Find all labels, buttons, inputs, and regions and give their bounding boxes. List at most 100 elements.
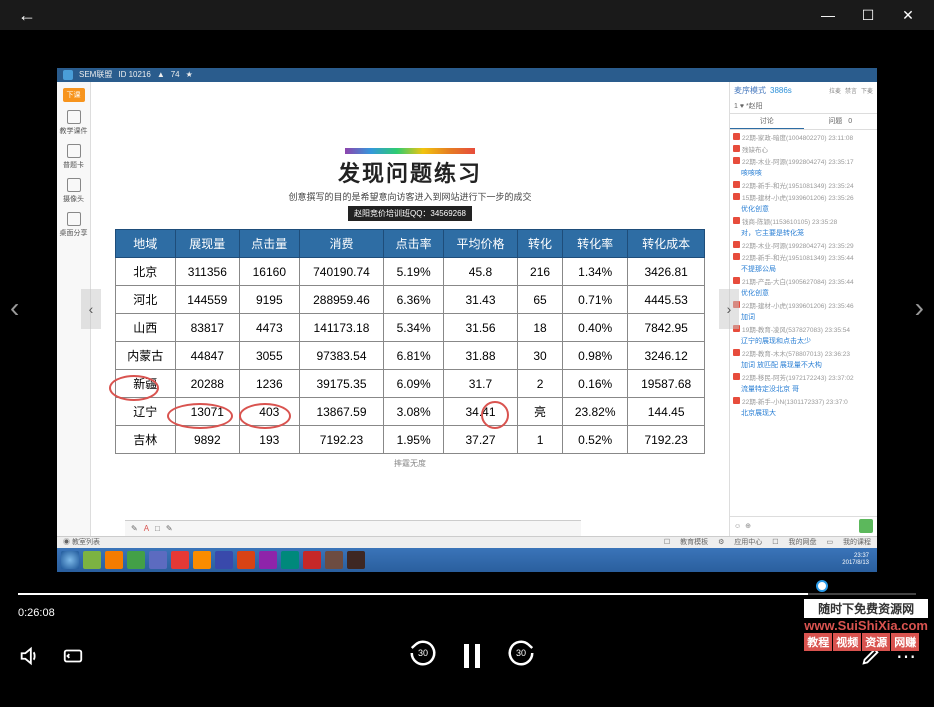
- chat-item: 15期-建材-小虎(1939601206) 23:35:26: [733, 192, 874, 202]
- chat-item: 22期-新手-和光(1951081349) 23:35:44: [733, 252, 874, 262]
- rail-item-courseware[interactable]: 教学课件: [60, 110, 88, 136]
- send-button[interactable]: [859, 519, 873, 533]
- presentation-subtitle: 创意撰写的目的是希望意向访客进入到网站进行下一步的成交: [115, 190, 705, 203]
- taskbar-app[interactable]: [347, 551, 365, 569]
- start-icon[interactable]: [61, 551, 79, 569]
- table-row: 内蒙古44847305597383.546.81%31.88300.98%324…: [116, 342, 705, 370]
- video-frame: SEM联盟 ID 10216 ▲ 74 ★ 下课 教学课件 普题卡 摄像头 桌面…: [57, 68, 877, 548]
- chat-item: 22期-新手-小N(1301172337) 23:37:0: [733, 396, 874, 406]
- table-row: 北京31135616160740190.745.19%45.82161.34%3…: [116, 258, 705, 286]
- chat-item: 残缺布心: [733, 144, 874, 154]
- taskbar-app[interactable]: [83, 551, 101, 569]
- table-header: 消费: [299, 230, 384, 258]
- maximize-button[interactable]: ☐: [850, 1, 886, 29]
- action-pull[interactable]: 拉麦: [829, 86, 841, 95]
- volume-icon[interactable]: [18, 645, 40, 667]
- status-bar: ◉ 教室列表 ☐ 教育模板 ⚙ 应用中心 ☐ 我的网盘 ▭ 我的课程: [57, 536, 877, 548]
- status-appcenter[interactable]: ⚙ 应用中心: [718, 539, 762, 546]
- rail-item-answer[interactable]: 普题卡: [63, 144, 84, 170]
- mode-count: 3886s: [770, 86, 792, 95]
- chat-item: 22期-木业-阿源(1992804274) 23:35:17: [733, 156, 874, 166]
- chat-item: 22期-家政-暗度(1004802270) 23:11:08: [733, 132, 874, 142]
- home-icon[interactable]: [63, 70, 73, 80]
- chat-message: 咳咳咳: [741, 168, 874, 178]
- camera-icon: [67, 178, 81, 192]
- action-down[interactable]: 下麦: [861, 86, 873, 95]
- tab-discuss[interactable]: 讨论: [730, 114, 804, 129]
- taskbar-clock: 23:372017/8/13: [842, 553, 873, 566]
- answer-icon: [67, 144, 81, 158]
- chat-input[interactable]: ☺ ⊕: [730, 516, 877, 536]
- attach-icon[interactable]: ⊕: [745, 522, 751, 530]
- taskbar-app[interactable]: [259, 551, 277, 569]
- user-badge-icon: [733, 253, 740, 260]
- chat-item: 22期-移民-阿芳(1972172243) 23:37:02: [733, 372, 874, 382]
- taskbar-app[interactable]: [325, 551, 343, 569]
- status-netdisk[interactable]: ☐ 我的网盘: [772, 539, 816, 546]
- status-left[interactable]: ◉ 教室列表: [63, 537, 100, 547]
- table-header: 转化: [518, 230, 563, 258]
- taskbar-app[interactable]: [171, 551, 189, 569]
- tab-question[interactable]: 问题 0: [804, 114, 878, 129]
- presentation-next[interactable]: ›: [719, 289, 739, 329]
- taskbar-app[interactable]: [281, 551, 299, 569]
- caption-icon[interactable]: [62, 645, 84, 667]
- pointer-icon[interactable]: ✎: [131, 524, 138, 533]
- forward-30-icon[interactable]: 30: [506, 638, 536, 675]
- table-header: 点击率: [384, 230, 444, 258]
- taskbar-app[interactable]: [105, 551, 123, 569]
- action-mute[interactable]: 禁言: [845, 86, 857, 95]
- taskbar-app[interactable]: [303, 551, 321, 569]
- pause-button[interactable]: [464, 644, 480, 668]
- user-badge-icon: [733, 373, 740, 380]
- taskbar-app[interactable]: [127, 551, 145, 569]
- rail-item-screenshare[interactable]: 桌面分享: [60, 212, 88, 238]
- close-button[interactable]: ✕: [890, 1, 926, 29]
- table-header: 转化成本: [628, 230, 705, 258]
- presentation-prev[interactable]: ‹: [81, 289, 101, 329]
- user-badge-icon: [733, 133, 740, 140]
- taskbar-app[interactable]: [193, 551, 211, 569]
- progress-bar[interactable]: [0, 585, 934, 605]
- chat-message: 流量特定没北京 哥: [741, 384, 874, 394]
- taskbar-app[interactable]: [215, 551, 233, 569]
- clear-icon[interactable]: □: [155, 524, 160, 533]
- people-count: 74: [171, 70, 180, 79]
- chat-message: 不提那公局: [741, 264, 874, 274]
- status-template[interactable]: ☐ 教育模板: [664, 539, 708, 546]
- app-title: SEM联盟: [79, 69, 112, 80]
- user-badge-icon: [733, 397, 740, 404]
- taskbar-app[interactable]: [237, 551, 255, 569]
- annotation-toolbar[interactable]: ✎ A □ ✎: [125, 520, 581, 536]
- chat-message: 优化创意: [741, 204, 874, 214]
- mode-label: 麦序模式: [734, 85, 766, 96]
- table-header: 点击量: [240, 230, 300, 258]
- chat-message: 加词: [741, 312, 874, 322]
- chat-message: 北京展现大: [741, 408, 874, 418]
- text-icon[interactable]: A: [144, 524, 149, 533]
- slide-prev[interactable]: ‹: [10, 292, 19, 324]
- chat-list: 22期-家政-暗度(1004802270) 23:11:08 残缺布心 22期-木业…: [730, 130, 877, 516]
- emoji-icon[interactable]: ☺: [734, 523, 741, 530]
- speaker-row: 1 ♥ *赵阳: [730, 99, 877, 113]
- chat-message: 辽宁的展现和点击太少: [741, 336, 874, 346]
- table-header: 展现量: [175, 230, 239, 258]
- progress-handle[interactable]: [816, 580, 828, 592]
- minimize-button[interactable]: —: [810, 1, 846, 29]
- download-button[interactable]: 下课: [63, 88, 85, 102]
- data-table: 地域展现量点击量消费点击率平均价格转化转化率转化成本北京311356161607…: [115, 229, 705, 454]
- watermark: 随时下免费资源网 www.SuiShiXia.com 教程视频资源网赚: [804, 599, 928, 651]
- rail-item-camera[interactable]: 摄像头: [63, 178, 84, 204]
- star-icon: ★: [186, 70, 193, 79]
- slide-next[interactable]: ›: [915, 292, 924, 324]
- table-row: 吉林98921937192.231.95%37.2710.52%7192.23: [116, 426, 705, 454]
- user-badge-icon: [733, 145, 740, 152]
- back-button[interactable]: ←: [8, 5, 46, 26]
- chat-panel: 麦序模式 3886s 拉麦 禁言 下麦 1 ♥ *赵阳 讨论 问题 0 22期-…: [729, 82, 877, 536]
- status-courses[interactable]: ▭ 我的课程: [826, 539, 871, 546]
- courseware-icon: [67, 110, 81, 124]
- pen-icon[interactable]: ✎: [166, 524, 173, 533]
- taskbar-app[interactable]: [149, 551, 167, 569]
- rewind-30-icon[interactable]: 30: [408, 638, 438, 675]
- chat-item: 22期-建材-小虎(1939601206) 23:35:46: [733, 300, 874, 310]
